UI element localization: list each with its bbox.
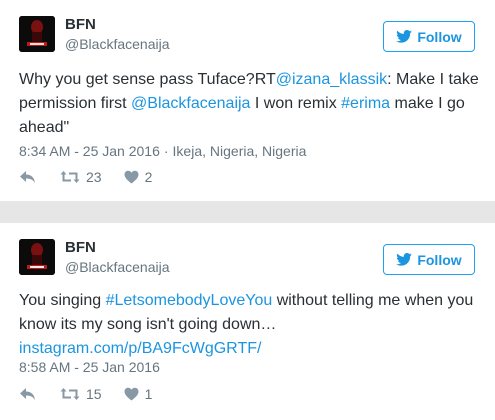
like-count: 2 (144, 169, 153, 185)
reply-button[interactable] (19, 387, 36, 401)
user-handle[interactable]: @Blackfacenaija (65, 259, 170, 275)
tweet-meta: 8:34 AM - 25 Jan 2016 · Ikeja, Nigeria, Ni… (19, 143, 306, 159)
heart-icon (124, 170, 139, 184)
follow-button[interactable]: Follow (383, 244, 475, 275)
like-count: 1 (144, 386, 153, 402)
mention-link[interactable]: @Blackfacenaija (131, 95, 250, 112)
heart-icon (124, 387, 139, 401)
meta-separator: · (163, 143, 169, 159)
timestamp-link[interactable]: 8:34 AM - 25 Jan 2016 (19, 143, 160, 159)
tweet-actions: 23 2 (19, 169, 152, 185)
retweet-icon (60, 170, 80, 184)
follow-label: Follow (417, 251, 462, 268)
location-link[interactable]: Ikeja, Nigeria, Nigeria (173, 143, 307, 159)
text-segment: Why you get sense pass Tuface?RT (19, 71, 276, 88)
tweet-meta: 8:58 AM - 25 Jan 2016 (19, 359, 160, 375)
follow-button[interactable]: Follow (383, 21, 475, 52)
retweet-count: 15 (86, 386, 102, 402)
hashtag-link[interactable]: #LetsomebodyLoveYou (106, 292, 273, 309)
retweet-icon (60, 387, 80, 401)
tweet-card: BFN @Blackfacenaija Follow You singing #… (0, 223, 495, 420)
reply-icon (19, 170, 36, 184)
text-segment: I won remix (250, 95, 342, 112)
tweet-text: You singing #LetsomebodyLoveYou without … (19, 289, 485, 361)
avatar[interactable] (19, 16, 55, 52)
like-button[interactable]: 1 (124, 386, 153, 402)
tweet-card: BFN @Blackfacenaija Follow Why you get s… (0, 0, 495, 201)
user-handle[interactable]: @Blackfacenaija (65, 36, 170, 52)
timestamp-link[interactable]: 8:58 AM - 25 Jan 2016 (19, 359, 160, 375)
tweet-text: Why you get sense pass Tuface?RT@izana_k… (19, 68, 485, 140)
retweet-button[interactable]: 15 (60, 386, 102, 402)
hashtag-link[interactable]: #erima (341, 95, 390, 112)
reply-icon (19, 387, 36, 401)
display-name[interactable]: BFN (65, 239, 96, 256)
follow-label: Follow (417, 28, 462, 45)
like-button[interactable]: 2 (124, 169, 153, 185)
mention-link[interactable]: @izana_klassik (276, 71, 387, 88)
text-segment: You singing (19, 292, 106, 309)
twitter-bird-icon (396, 253, 413, 266)
retweet-count: 23 (86, 169, 102, 185)
tweet-actions: 15 1 (19, 386, 152, 402)
instagram-link[interactable]: instagram.com/p/BA9FcWgGRTF/ (19, 340, 261, 357)
reply-button[interactable] (19, 170, 36, 184)
avatar[interactable] (19, 239, 55, 275)
display-name[interactable]: BFN (65, 16, 96, 33)
retweet-button[interactable]: 23 (60, 169, 102, 185)
twitter-bird-icon (396, 30, 413, 43)
